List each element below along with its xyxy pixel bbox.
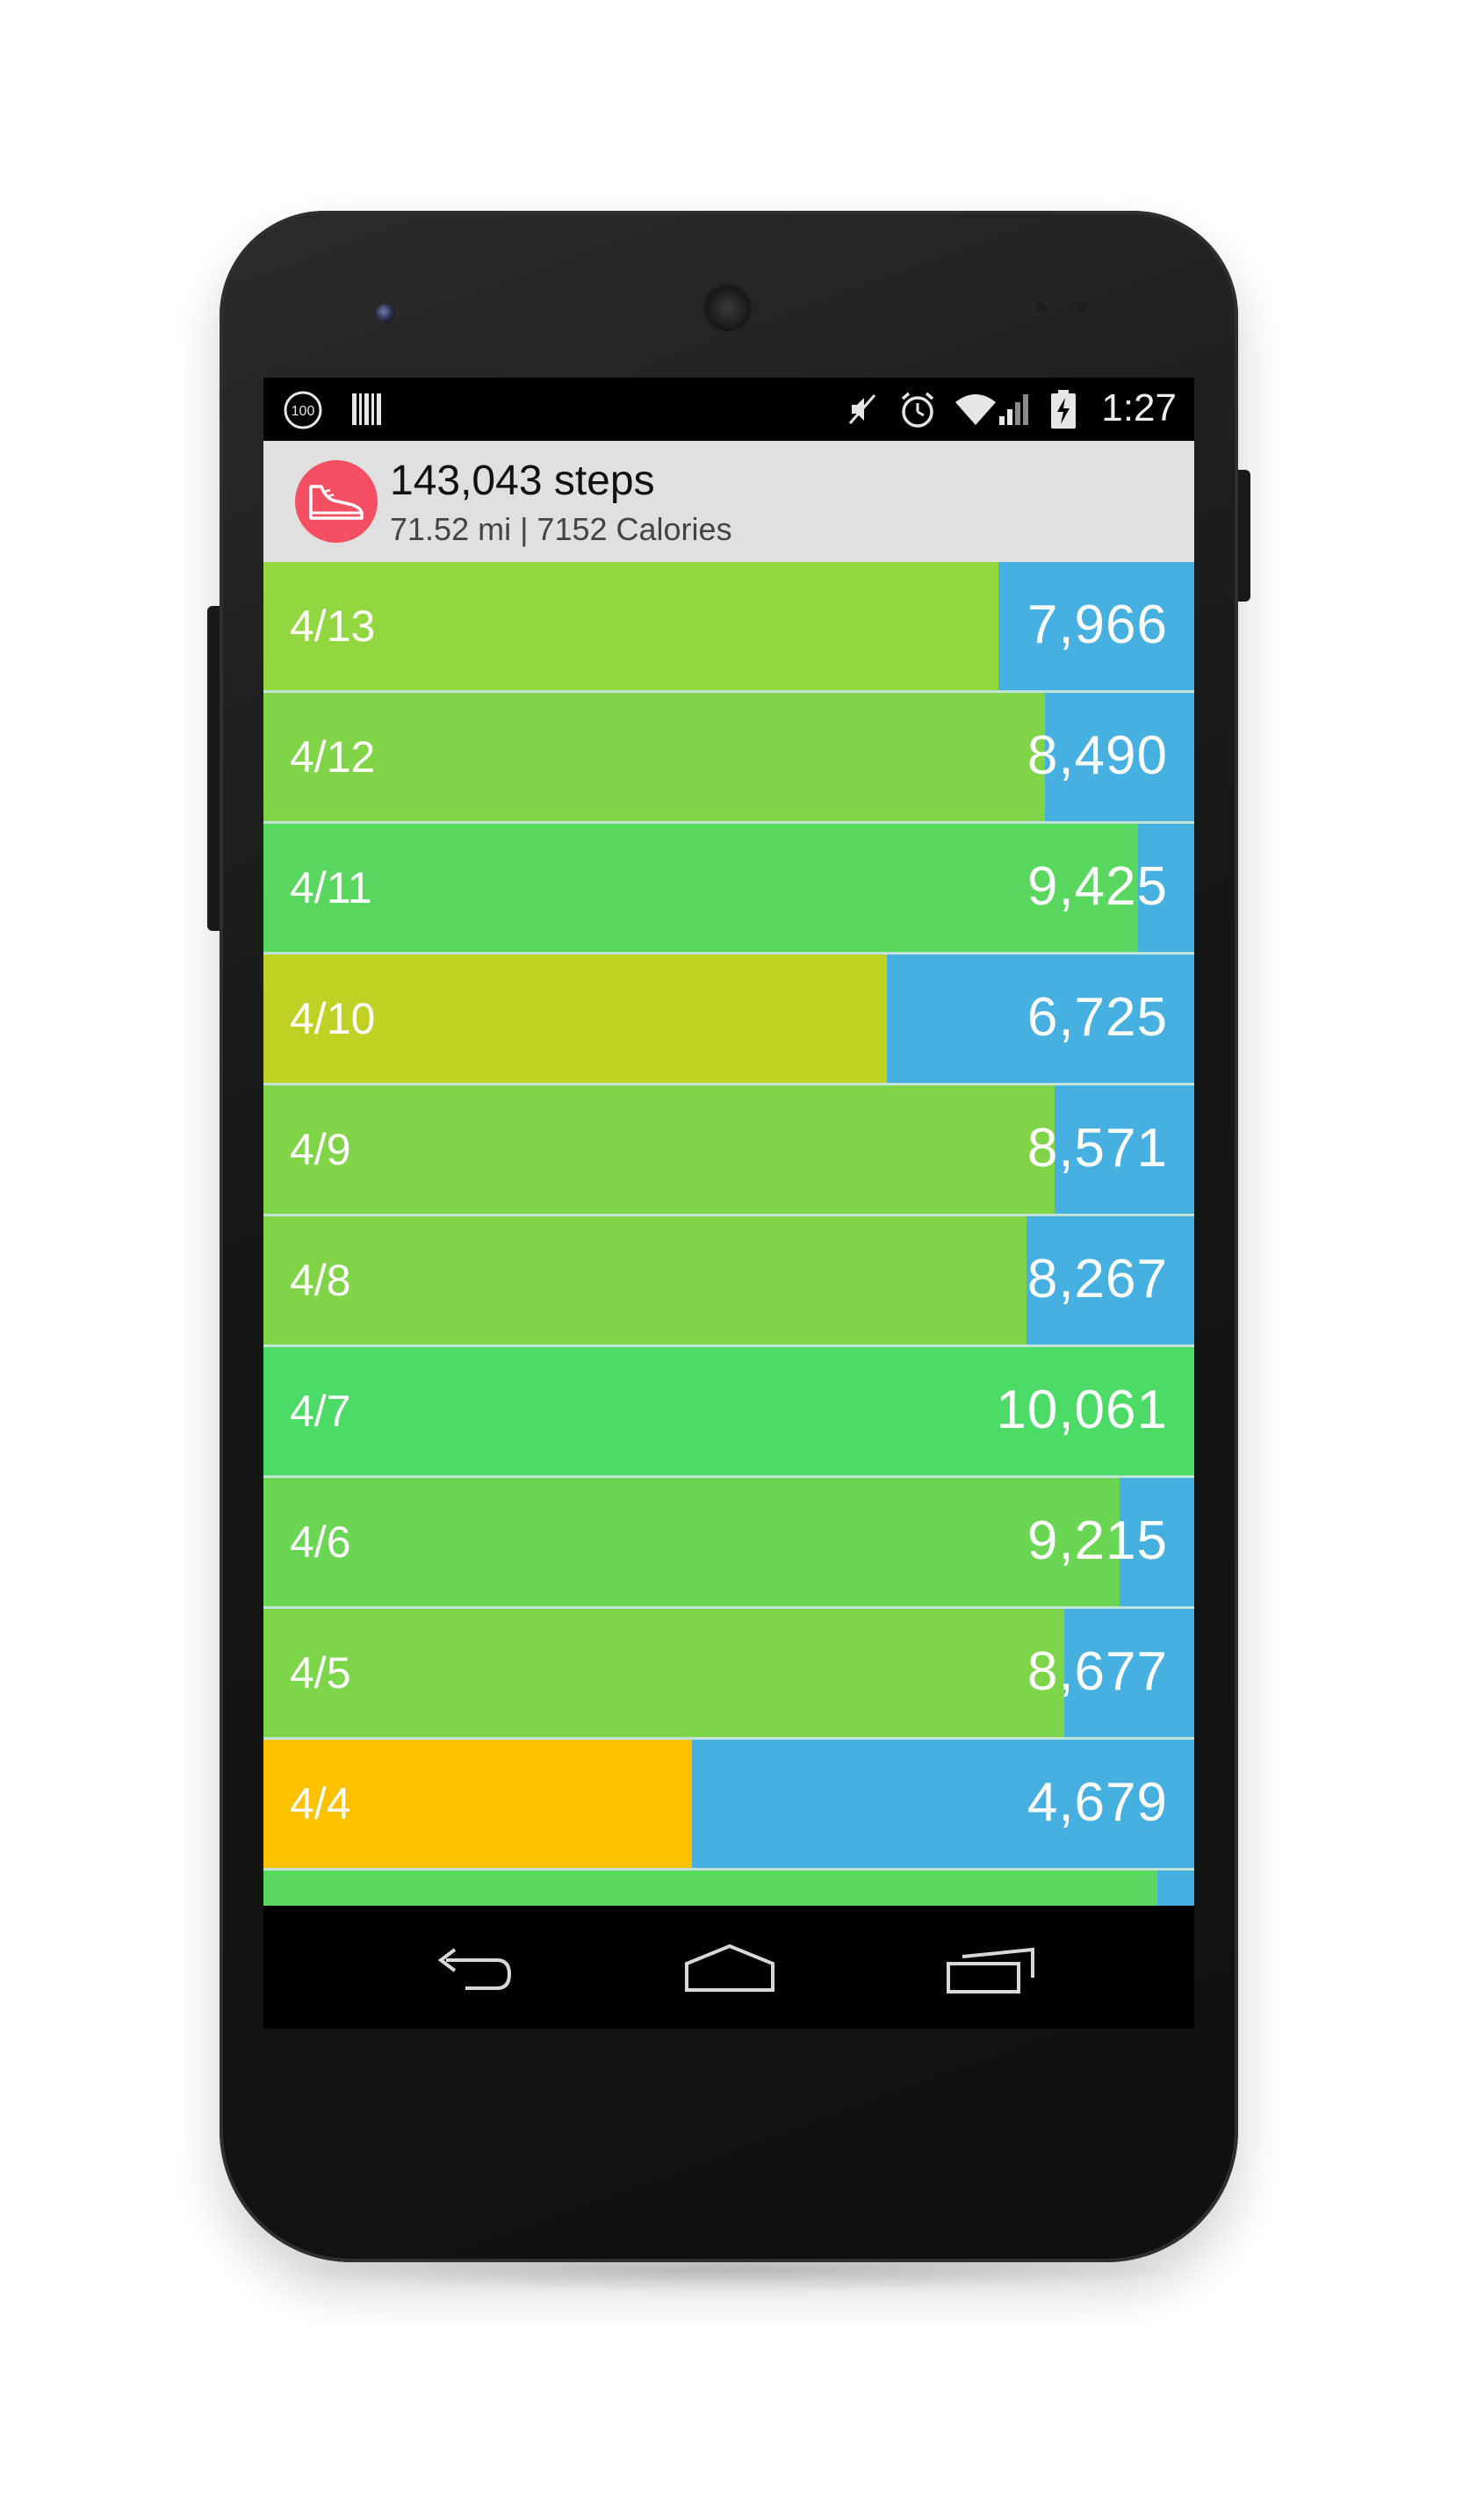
badge-text: 100 [292,404,315,419]
back-button[interactable] [421,1941,518,2002]
day-row[interactable]: 4/12 8,490 [263,693,1194,821]
light-sensor [1077,302,1087,313]
row-step-count: 4,679 [1027,1772,1168,1833]
day-row[interactable]: 4/9 8,571 [263,1085,1194,1214]
screen: 100 1:27 143,043 steps 71.52 mi | 7152 C… [263,378,1194,2029]
summary-header: 143,043 steps 71.52 mi | 7152 Calories [263,441,1194,565]
recent-apps-button[interactable] [945,1941,1041,2002]
row-date: 4/13 [290,602,376,651]
avatar[interactable] [295,460,378,543]
progress-bar-fill [263,1216,1027,1345]
progress-bar-fill [263,693,1046,821]
row-date: 4/6 [290,1518,351,1567]
battery-charging-icon [1048,388,1078,430]
navigation-bar [263,1906,1194,2029]
barcode-icon [351,392,383,427]
home-icon [685,1943,774,1992]
day-row[interactable]: 4/7 10,061 [263,1347,1194,1475]
row-step-count: 8,267 [1027,1249,1168,1309]
row-date: 4/4 [290,1779,351,1828]
earpiece-speaker [702,283,753,334]
row-date: 4/12 [290,732,376,782]
row-step-count: 9,425 [1027,856,1168,917]
row-step-count: 10,061 [996,1380,1168,1440]
wifi-icon [954,392,998,427]
day-row[interactable]: 4/13 7,966 [263,562,1194,690]
row-step-count: 8,571 [1027,1118,1168,1179]
back-arrow-icon [437,1948,512,1990]
row-date: 4/9 [290,1125,351,1174]
day-row[interactable]: 4/6 9,215 [263,1478,1194,1606]
progress-bar-fill [263,1478,1120,1606]
row-date: 4/7 [290,1387,351,1436]
total-steps-title: 143,043 steps [390,458,655,504]
day-row[interactable]: 4/5 8,677 [263,1609,1194,1737]
day-row[interactable] [263,1871,1194,1906]
proximity-sensor [1036,302,1047,313]
row-step-count: 8,677 [1027,1641,1168,1702]
row-step-count: 6,725 [1027,987,1168,1048]
progress-bar-fill [263,824,1139,952]
cell-signal-icon [998,392,1033,427]
power-button [1236,470,1250,602]
row-step-count: 7,966 [1027,595,1168,655]
distance-calories-subtitle: 71.52 mi | 7152 Calories [390,511,732,547]
home-button[interactable] [681,1941,778,2002]
alarm-clock-icon [897,390,938,430]
row-step-count: 9,215 [1027,1510,1168,1571]
row-date: 4/5 [290,1648,351,1698]
recent-apps-icon [947,1947,1034,1994]
battery-100-notification-icon: 100 [283,390,323,430]
row-date: 4/11 [290,863,372,912]
daily-steps-list[interactable]: 4/13 7,966 4/12 8,490 4/11 9,425 4/10 6,725 4/9 8… [263,562,1194,1906]
day-row[interactable]: 4/8 8,267 [263,1216,1194,1345]
sneaker-icon [309,485,364,520]
row-date: 4/10 [290,994,376,1043]
progress-bar-fill [263,1609,1064,1737]
row-date: 4/8 [290,1256,351,1305]
day-row[interactable]: 4/11 9,425 [263,824,1194,952]
progress-bar-fill [263,1085,1055,1214]
front-camera [376,304,395,323]
day-row[interactable]: 4/4 4,679 [263,1740,1194,1868]
status-bar: 100 1:27 [263,378,1194,441]
day-row[interactable]: 4/10 6,725 [263,955,1194,1083]
progress-bar-fill [263,1871,1157,1906]
row-step-count: 8,490 [1027,725,1168,786]
status-time: 1:27 [1101,386,1177,429]
vibrate-mute-icon [845,392,880,427]
